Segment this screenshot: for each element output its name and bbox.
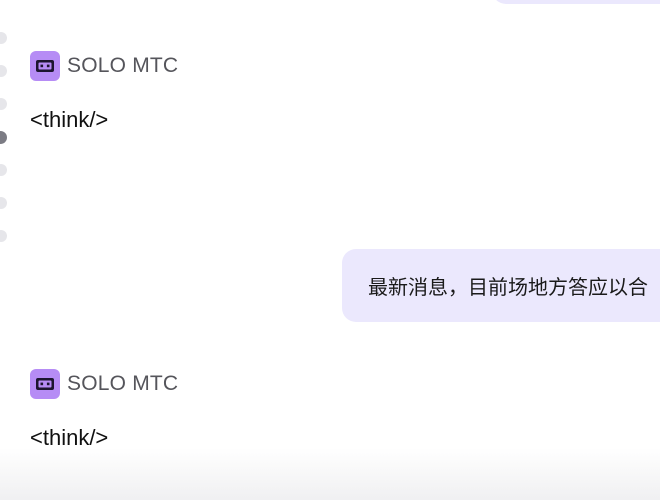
timeline-dot[interactable] <box>0 98 7 110</box>
timeline-dot[interactable] <box>0 197 7 209</box>
timeline-dot[interactable] <box>0 164 7 176</box>
assistant-avatar <box>30 51 60 81</box>
user-message-bubble: 最新消息，目前场地方答应以合 <box>342 249 660 322</box>
assistant-name: SOLO MTC <box>67 372 179 395</box>
assistant-name: SOLO MTC <box>67 54 179 77</box>
user-message-bubble-previous <box>492 0 660 4</box>
chat-viewport: SOLO MTC <think/> 最新消息，目前场地方答应以合 SOLO MT… <box>0 0 660 500</box>
assistant-message-header: SOLO MTC <box>30 369 178 399</box>
user-message-text: 最新消息，目前场地方答应以合 <box>368 275 648 299</box>
assistant-avatar <box>30 369 60 399</box>
robot-icon <box>36 378 54 390</box>
robot-icon <box>36 60 54 72</box>
timeline-dot[interactable] <box>0 32 7 44</box>
assistant-message-text: <think/> <box>30 107 109 132</box>
bottom-fade <box>0 448 660 500</box>
timeline-dot[interactable] <box>0 230 7 242</box>
assistant-message-header: SOLO MTC <box>30 51 178 81</box>
timeline-dot-active[interactable] <box>0 131 7 144</box>
timeline-dot[interactable] <box>0 65 7 77</box>
